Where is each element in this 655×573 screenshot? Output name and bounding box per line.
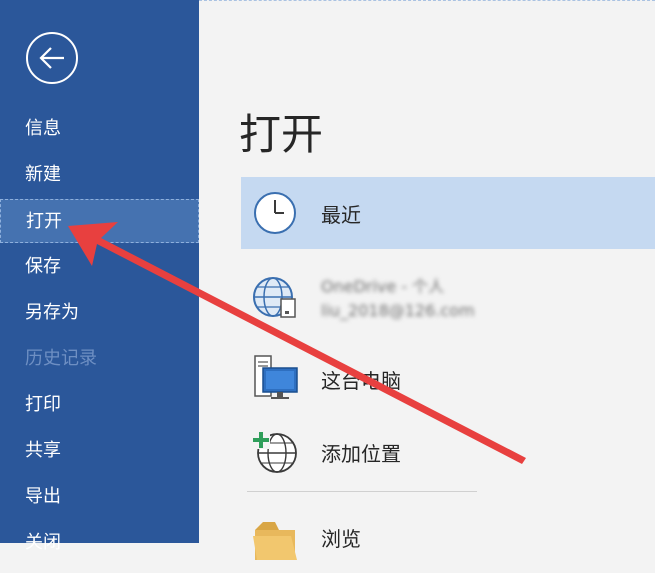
sidebar-item-export[interactable]: 导出 [0, 475, 199, 519]
sidebar-item-info[interactable]: 信息 [0, 107, 199, 151]
back-arrow-icon [39, 47, 64, 69]
sidebar-item-close[interactable]: 关闭 [0, 521, 199, 565]
sidebar-item-open[interactable]: 打开 [0, 199, 199, 243]
onedrive-account-name: OneDrive - 个人 [321, 277, 445, 296]
location-this-pc[interactable]: 这台电脑 [241, 341, 655, 413]
location-add-place-label: 添加位置 [321, 442, 401, 466]
location-add-place[interactable]: 添加位置 [241, 414, 655, 486]
onedrive-account-email: liu_2018@126.com [321, 301, 475, 320]
divider [247, 491, 477, 492]
backstage-sidebar: 信息 新建 打开 保存 另存为 历史记录 打印 共享 导出 关闭 [0, 0, 199, 553]
clock-icon [254, 192, 296, 234]
globe-cloud-icon [253, 277, 296, 318]
add-location-globe-icon [252, 431, 297, 473]
sidebar-item-share[interactable]: 共享 [0, 429, 199, 473]
open-pane: 打开 最近 OneDrive - 个人 liu_2018@126.com 这台电… [199, 0, 655, 560]
location-browse-label: 浏览 [321, 527, 361, 551]
location-this-pc-label: 这台电脑 [321, 369, 401, 393]
sidebar-item-print[interactable]: 打印 [0, 383, 199, 427]
sidebar-item-save[interactable]: 保存 [0, 245, 199, 289]
back-button[interactable] [26, 32, 78, 84]
location-onedrive[interactable]: OneDrive - 个人 liu_2018@126.com [241, 249, 655, 329]
location-recent-label: 最近 [321, 203, 361, 227]
page-title: 打开 [239, 110, 324, 159]
computer-icon [254, 355, 298, 399]
sidebar-item-history: 历史记录 [25, 348, 97, 369]
sidebar-item-save-as[interactable]: 另存为 [0, 291, 199, 335]
location-recent[interactable]: 最近 [241, 177, 655, 249]
location-browse[interactable]: 浏览 [241, 501, 655, 573]
folder-icon [253, 522, 297, 560]
sidebar-item-new[interactable]: 新建 [0, 153, 199, 197]
